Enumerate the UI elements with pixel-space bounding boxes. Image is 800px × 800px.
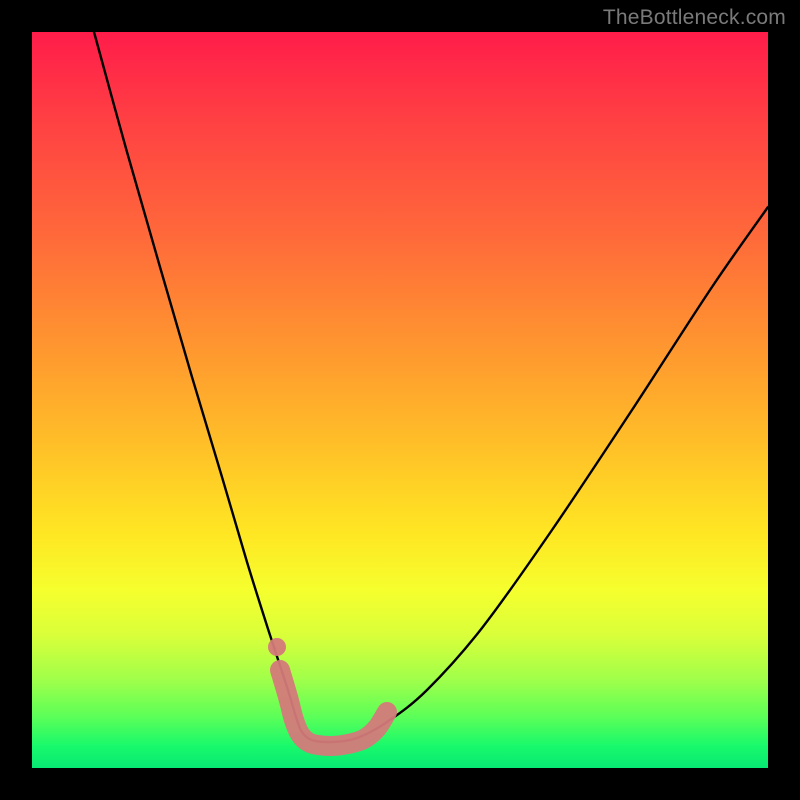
plot-area [32,32,768,768]
highlight-band [280,670,387,746]
curve-layer [32,32,768,768]
bottleneck-curve [94,32,768,742]
watermark-text: TheBottleneck.com [603,6,786,30]
highlight-dot [268,638,286,656]
chart-frame: TheBottleneck.com [0,0,800,800]
